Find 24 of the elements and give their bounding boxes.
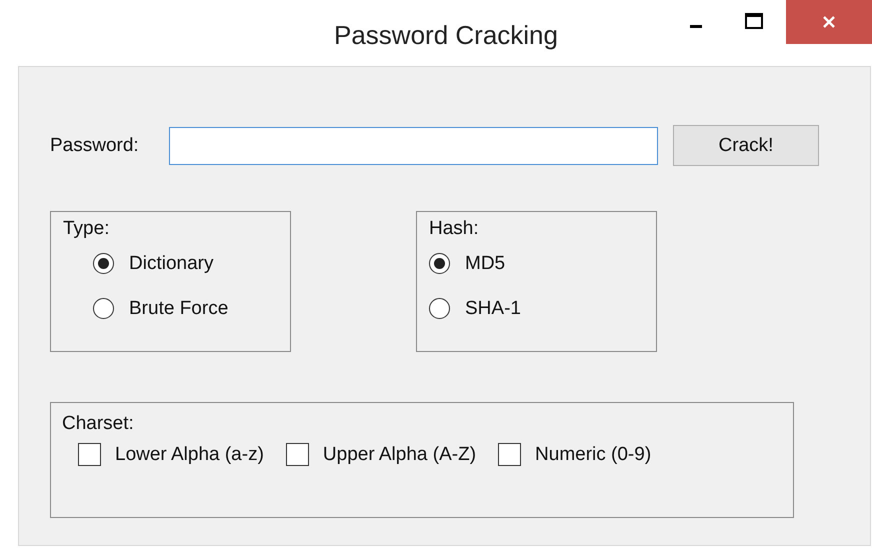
group-title: Type: (63, 218, 110, 240)
group-title: Hash: (429, 218, 480, 240)
radio-label[interactable]: Brute Force (129, 298, 228, 320)
radio-button[interactable] (93, 298, 114, 319)
checkbox[interactable] (78, 443, 101, 466)
minimize-icon (690, 24, 702, 28)
radio-label[interactable]: MD5 (465, 252, 506, 274)
close-icon (821, 14, 837, 30)
checkbox-label[interactable]: Numeric (0-9) (535, 444, 652, 466)
checkbox-label[interactable]: Lower Alpha (a-z) (115, 444, 264, 466)
window-title: Password Cracking (334, 20, 558, 52)
crack-button[interactable]: Crack! (673, 125, 819, 166)
radio-button[interactable] (429, 253, 450, 274)
group-title: Charset: (62, 413, 135, 435)
radio-label[interactable]: SHA-1 (465, 298, 521, 320)
radio-label[interactable]: Dictionary (129, 252, 214, 274)
checkbox[interactable] (498, 443, 522, 466)
radio-button[interactable] (93, 253, 114, 274)
password-field[interactable] (169, 126, 658, 164)
password-label: Password: (50, 134, 140, 156)
radio-button[interactable] (429, 298, 450, 319)
checkbox[interactable] (286, 443, 309, 466)
maximize-icon (745, 13, 763, 29)
checkbox-label[interactable]: Upper Alpha (A-Z) (322, 444, 476, 466)
